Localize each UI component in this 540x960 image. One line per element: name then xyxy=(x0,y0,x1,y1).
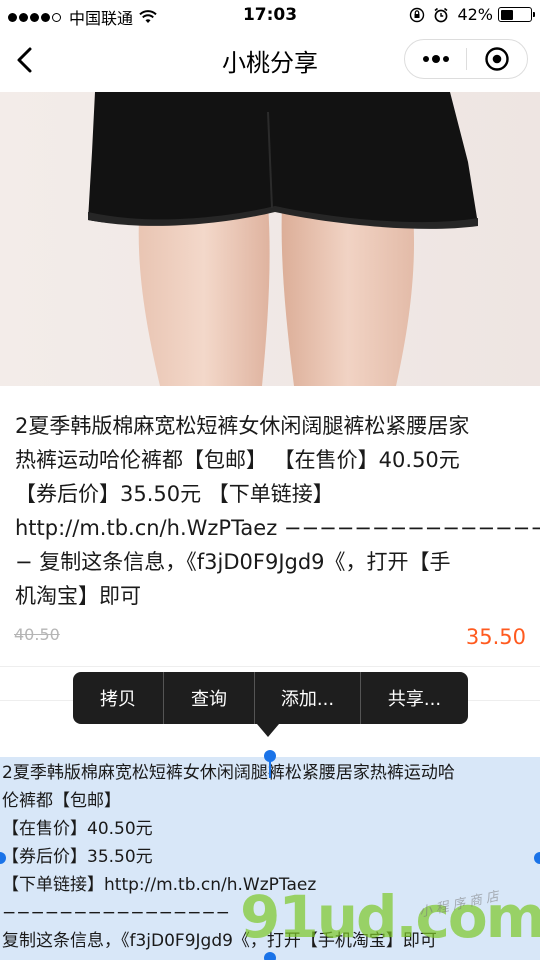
product-image[interactable] xyxy=(0,92,540,386)
menu-item-copy[interactable]: 拷贝 xyxy=(73,672,163,724)
menu-item-lookup[interactable]: 查询 xyxy=(164,672,254,724)
orientation-lock-icon xyxy=(410,7,425,22)
selection-start-handle-bar xyxy=(269,760,271,778)
context-menu-arrow xyxy=(257,724,279,737)
description-line: 2夏季韩版棉麻宽松短裤女休闲阔腿裤松紧腰居家 xyxy=(15,414,470,438)
nav-bar: 小桃分享 xyxy=(0,30,540,92)
more-button[interactable] xyxy=(405,40,466,78)
target-close-icon xyxy=(485,47,509,71)
battery-level xyxy=(500,9,513,20)
status-right: 42% xyxy=(409,5,535,24)
battery-percent: 42% xyxy=(457,5,493,24)
battery-icon xyxy=(498,7,535,22)
product-description: 2夏季韩版棉麻宽松短裤女休闲阔腿裤松紧腰居家 热裤运动哈伦裤都【包邮】 【在售价… xyxy=(15,409,540,613)
selection-right-handle[interactable] xyxy=(534,852,540,864)
divider xyxy=(0,666,540,667)
selected-line: 【在售价】40.50元 xyxy=(2,819,153,839)
shorts-photo xyxy=(0,92,540,386)
original-price: 40.50 xyxy=(14,625,60,644)
alarm-icon xyxy=(434,7,448,22)
status-bar: 中国联通 17:03 42% xyxy=(0,0,540,30)
description-line: http://m.tb.cn/h.WzPTaez −−−−−−−−−−−−−−−… xyxy=(15,516,540,540)
description-line: 【券后价】35.50元 【下单链接】 xyxy=(15,482,334,506)
description-line: − 复制这条信息，《f3jD0F9Jgd9《，打开【手 xyxy=(15,550,451,574)
close-button[interactable] xyxy=(467,40,527,78)
description-line: 机淘宝】即可 xyxy=(15,584,141,608)
menu-item-share[interactable]: 共享... xyxy=(361,672,468,724)
more-dots-icon xyxy=(422,55,449,63)
selected-line: 【券后价】35.50元 xyxy=(2,847,153,867)
coupon-price: 35.50 xyxy=(465,625,526,649)
mini-program-capsule xyxy=(404,39,528,79)
selection-end-handle[interactable] xyxy=(264,952,276,960)
context-menu: 拷贝 查询 添加... 共享... xyxy=(73,672,468,724)
description-line: 热裤运动哈伦裤都【包邮】 【在售价】40.50元 xyxy=(15,448,460,472)
selected-line: 伦裤都【包邮】 xyxy=(2,791,121,811)
menu-item-add[interactable]: 添加... xyxy=(255,672,360,724)
